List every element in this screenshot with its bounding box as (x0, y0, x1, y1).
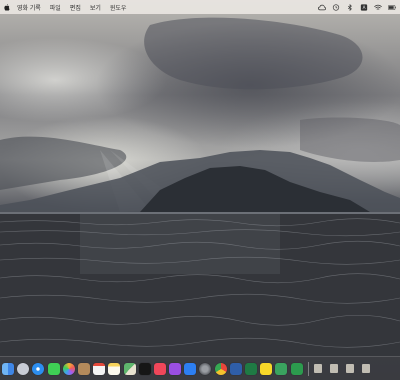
keyboard-input-icon[interactable]: A (360, 3, 368, 11)
wifi-icon[interactable] (374, 4, 382, 11)
calendar-icon[interactable] (93, 362, 106, 375)
menu-item-view[interactable]: 보기 (90, 3, 101, 12)
chrome-icon[interactable] (214, 362, 227, 375)
music-icon[interactable] (153, 362, 166, 375)
menu-item-window[interactable]: 윈도우 (110, 3, 127, 12)
word-icon[interactable] (229, 362, 242, 375)
podcasts-icon[interactable] (169, 362, 182, 375)
folder-icon[interactable] (329, 364, 338, 373)
tv-icon[interactable] (138, 362, 151, 375)
app-store-icon[interactable] (184, 362, 197, 375)
desktop-wallpaper (0, 0, 400, 380)
dock (0, 356, 400, 380)
messages-icon[interactable] (47, 362, 60, 375)
trash-icon[interactable] (361, 364, 370, 373)
cloud-icon[interactable] (318, 4, 326, 11)
clock-icon[interactable] (332, 3, 340, 11)
menu-item-app[interactable]: 영화 기록 (17, 3, 41, 12)
menu-item-file[interactable]: 파일 (50, 3, 61, 12)
photos-icon[interactable] (62, 362, 75, 375)
contacts-icon[interactable] (77, 362, 90, 375)
excel-doc-icon[interactable] (275, 362, 288, 375)
dock-separator (307, 361, 309, 376)
file-icon[interactable] (313, 364, 322, 373)
launchpad-icon[interactable] (17, 362, 30, 375)
svg-text:A: A (363, 5, 366, 10)
downloads-icon[interactable] (345, 364, 354, 373)
apple-menu-icon[interactable] (4, 3, 10, 11)
maps-icon[interactable] (123, 362, 136, 375)
green-app-icon[interactable] (290, 362, 303, 375)
system-preferences-icon[interactable] (199, 362, 212, 375)
notes-icon[interactable] (108, 362, 121, 375)
finder-icon[interactable] (2, 362, 14, 375)
menu-bar: 영화 기록 파일 편집 보기 윈도우 A (0, 0, 400, 14)
menu-item-edit[interactable]: 편집 (70, 3, 81, 12)
safari-icon[interactable] (32, 362, 45, 375)
wallpaper-scene (0, 17, 400, 356)
status-menu-area: A (318, 0, 396, 14)
bluetooth-icon[interactable] (346, 3, 354, 11)
kakaotalk-icon[interactable] (260, 362, 273, 375)
excel-icon[interactable] (245, 362, 257, 375)
battery-icon[interactable] (388, 4, 396, 11)
